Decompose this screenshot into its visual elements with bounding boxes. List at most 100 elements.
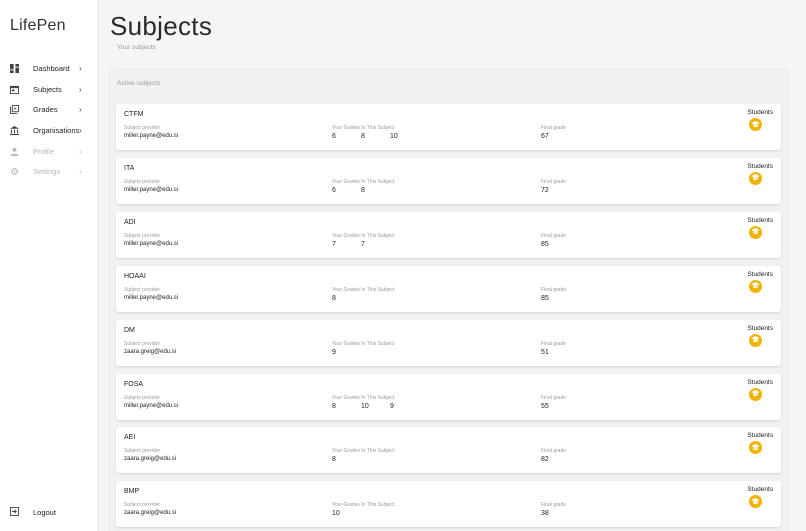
final-grade-value: 85 (541, 294, 549, 302)
sidebar-item-organisations[interactable]: Organisations › (0, 120, 99, 141)
logout-button[interactable]: Logout (0, 502, 99, 522)
logout-icon (10, 507, 19, 516)
grade-value: 7 (332, 240, 336, 248)
final-grade-value: 51 (541, 348, 549, 356)
grades-list: 9 (332, 349, 361, 356)
grades-list: 6 8 10 (332, 133, 419, 140)
students-button[interactable] (749, 171, 762, 185)
grade-value: 9 (390, 402, 394, 410)
logout-label: Logout (33, 507, 56, 517)
subject-name: DM (124, 326, 135, 334)
students-button[interactable] (749, 277, 762, 295)
panel-title: Active subjects (117, 80, 161, 87)
person-icon (10, 147, 19, 156)
chevron-right-icon: › (79, 63, 82, 73)
students-button[interactable] (749, 223, 762, 241)
sidebar-item-label: Dashboard (33, 63, 70, 73)
school-icon (751, 223, 760, 241)
grade-value: 10 (332, 510, 340, 518)
subject-name: BMP (124, 488, 140, 496)
subject-provider-value: miller.payne@edu.si (124, 240, 179, 247)
school-icon (751, 439, 760, 457)
final-grade-value: 85 (541, 240, 549, 248)
final-grade-label: Final grade (541, 394, 567, 401)
school-icon (751, 331, 760, 349)
grades-label: Your Grades In This Subject (332, 286, 395, 293)
active-subjects-panel: Active subjects CTFM Subject provider mill… (110, 70, 788, 531)
dashboard-icon (10, 63, 19, 73)
subject-provider-value: zaara.greig@edu.si (124, 456, 177, 463)
subject-provider-value: miller.payne@edu.si (124, 402, 179, 409)
subject-card: CTFM Subject provider miller.payne@edu.si Y… (116, 104, 781, 150)
sidebar-item-subjects[interactable]: Subjects › (0, 79, 99, 100)
final-grade-value: 38 (541, 510, 549, 518)
grades-label: Your Grades In This Subject (332, 178, 395, 185)
grade-value: 7 (361, 240, 365, 248)
students-button[interactable] (749, 118, 762, 131)
final-grade-label: Final grade (541, 286, 567, 293)
subject-provider-value: miller.payne@edu.si (124, 133, 179, 139)
grades-list: 8 (332, 456, 361, 463)
students-button[interactable] (749, 493, 762, 511)
final-grade-value: 72 (541, 186, 549, 194)
final-grade-label: Final grade (541, 340, 567, 347)
subject-card: ITA Subject provider miller.payne@edu.si Yo… (116, 157, 781, 204)
main-content: Subjects Your subjects Active subjects C… (100, 0, 806, 531)
final-grade-label: Final grade (541, 178, 567, 185)
subject-provider-value: miller.payne@edu.si (124, 294, 179, 301)
grades-label: Your Grades In This Subject (332, 394, 395, 401)
sidebar-item-grades[interactable]: Grades › (0, 99, 99, 120)
subject-provider-label: Subject provider (124, 125, 161, 131)
subject-provider-label: Subject provider (124, 394, 161, 401)
subject-provider-label: Subject provider (124, 178, 161, 185)
page-subtitle: Your subjects (117, 44, 156, 51)
final-grade-label: Final grade (541, 125, 567, 131)
grades-list: 10 (332, 510, 361, 517)
subject-provider-label: Subject provider (124, 340, 161, 347)
students-button[interactable] (749, 331, 762, 349)
subject-name: AEI (124, 434, 136, 442)
subject-provider-label: Subject provider (124, 286, 161, 293)
grade-value: 6 (332, 186, 336, 194)
grade-value: 6 (332, 133, 336, 140)
students-button[interactable] (749, 439, 762, 457)
school-icon (751, 116, 760, 134)
grades-label: Your Grades In This Subject (332, 340, 395, 347)
sidebar-item-settings[interactable]: Settings › (0, 161, 99, 182)
sidebar-item-label: Grades (33, 105, 58, 115)
subject-card: BMP Subject provider zaara.greig@edu.si You… (116, 481, 781, 528)
sidebar-item-label: Profile (33, 146, 55, 156)
grade-value: 10 (390, 133, 398, 140)
grade-value: 8 (361, 133, 365, 140)
subject-provider-label: Subject provider (124, 232, 161, 239)
final-grade-label: Final grade (541, 232, 567, 239)
school-icon (751, 385, 760, 403)
subject-provider-label: Subject provider (124, 502, 161, 509)
sidebar-item-profile[interactable]: Profile › (0, 141, 99, 162)
grades-label: Your Grades In This Subject (332, 232, 395, 239)
sidebar: LifePen Dashboard › Subjects › Grades › Organi… (0, 0, 99, 531)
grade-value: 10 (361, 402, 369, 410)
grade-value: 9 (332, 348, 336, 356)
grade-value: 8 (332, 402, 336, 410)
subject-name: ADI (124, 218, 136, 226)
school-icon (751, 277, 760, 295)
grade-value: 8 (332, 294, 336, 302)
chevron-right-icon: › (79, 125, 82, 135)
sidebar-item-dashboard[interactable]: Dashboard › (0, 58, 99, 79)
grades-label: Your Grades In This Subject (332, 448, 395, 455)
chevron-right-icon: › (79, 105, 82, 115)
page-title: Subjects (110, 11, 213, 41)
subject-card: HOAAI Subject provider miller.payne@edu.si… (116, 265, 781, 312)
grades-list: 68 (332, 187, 390, 194)
subject-name: CTFM (124, 111, 144, 118)
final-grade-label: Final grade (541, 502, 567, 509)
final-grade-value: 82 (541, 456, 549, 464)
school-icon (751, 493, 760, 511)
sidebar-item-label: Organisations (33, 125, 80, 135)
sidebar-nav: Dashboard › Subjects › Grades › Organisations ›… (0, 58, 99, 182)
grades-list: 8 (332, 295, 361, 302)
students-button[interactable] (749, 385, 762, 403)
subject-name: HOAAI (124, 272, 146, 280)
grade-value: 8 (361, 186, 365, 194)
